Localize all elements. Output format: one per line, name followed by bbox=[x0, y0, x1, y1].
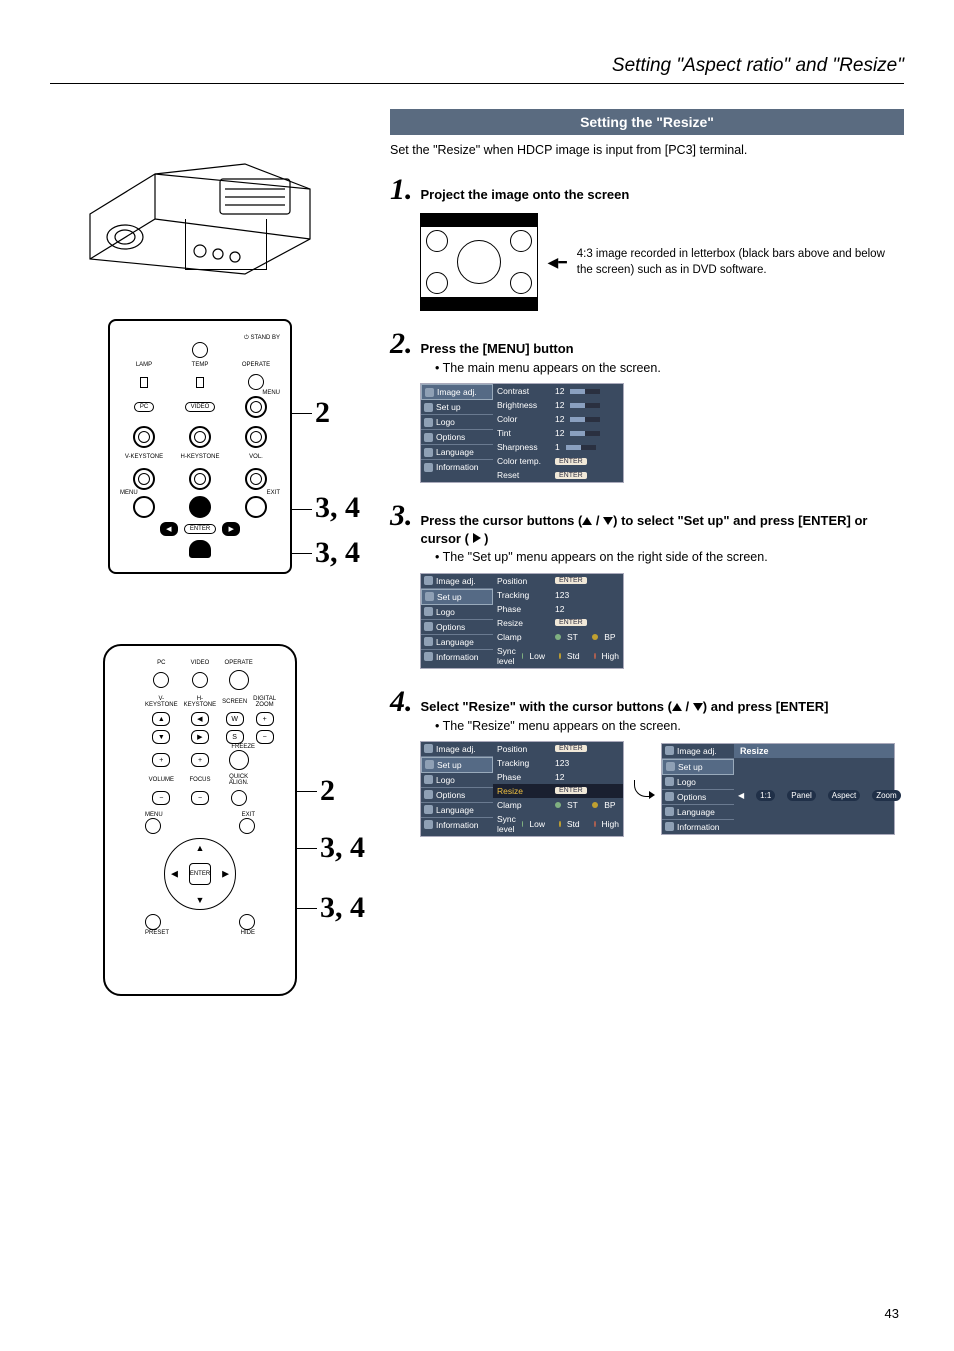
remote-vol-dn[interactable]: − bbox=[152, 791, 170, 805]
exit-button[interactable] bbox=[245, 496, 267, 518]
step-4-bullet: • The "Resize" menu appears on the scree… bbox=[435, 719, 904, 733]
down-arrow-icon bbox=[603, 517, 613, 525]
pointer-arrow-icon: ◀━ bbox=[548, 254, 567, 271]
callout-2: 2 bbox=[315, 396, 330, 430]
step-3-bullet: • The "Set up" menu appears on the right… bbox=[435, 550, 904, 564]
panel-second-menu-button[interactable] bbox=[133, 468, 155, 490]
osd-setup-menu: Image adj. Set up Logo Options Language … bbox=[420, 573, 624, 669]
remote-callout-3-4b: 3, 4 bbox=[320, 891, 365, 925]
remote-hkey-dn[interactable]: ▶ bbox=[191, 730, 209, 744]
cursor-right-button[interactable]: ▶ bbox=[222, 522, 240, 536]
osd-main-menu: Image adj. Set up Logo Options Language … bbox=[420, 383, 624, 483]
lamp-led bbox=[140, 377, 148, 388]
operate-button[interactable] bbox=[248, 374, 264, 390]
letterbox-caption: 4:3 image recorded in letterbox (black b… bbox=[577, 246, 904, 278]
cursor-up-button[interactable] bbox=[189, 496, 211, 518]
menu-button[interactable] bbox=[245, 396, 267, 418]
remote-exit-button[interactable] bbox=[239, 818, 255, 834]
remote-zoom-in[interactable]: + bbox=[256, 712, 274, 726]
down-arrow-icon bbox=[693, 703, 703, 711]
step-1: 1. Project the image onto the screen bbox=[390, 175, 904, 311]
remote-enter-button[interactable]: ENTER bbox=[189, 863, 211, 885]
step-title-4: Select "Resize" with the cursor buttons … bbox=[421, 698, 829, 716]
remote-callout-2: 2 bbox=[320, 774, 335, 808]
remote-vkey-dn[interactable]: ▼ bbox=[152, 730, 170, 744]
page-header: Setting "Aspect ratio" and "Resize" bbox=[50, 55, 904, 84]
remote-pc-button[interactable] bbox=[153, 672, 169, 688]
step-3: 3. Press the cursor buttons ( / ) to sel… bbox=[390, 501, 904, 669]
video-button[interactable]: VIDEO bbox=[185, 402, 216, 412]
step-4: 4. Select "Resize" with the cursor butto… bbox=[390, 687, 904, 837]
callout-3-4a: 3, 4 bbox=[315, 491, 360, 525]
step-2-bullet: • The main menu appears on the screen. bbox=[435, 361, 904, 375]
remote-quickalign-button[interactable] bbox=[231, 790, 247, 806]
callout-3-4b: 3, 4 bbox=[315, 536, 360, 570]
vol-button[interactable] bbox=[245, 426, 267, 448]
standby-button[interactable] bbox=[192, 342, 208, 358]
remote-operate-button[interactable] bbox=[229, 670, 249, 690]
remote-screen-w[interactable]: W bbox=[226, 712, 244, 726]
enter-button[interactable]: ENTER bbox=[184, 524, 216, 534]
step-title-2: Press the [MENU] button bbox=[421, 340, 574, 358]
vkeystone-button[interactable] bbox=[133, 426, 155, 448]
up-arrow-icon bbox=[672, 703, 682, 711]
letterbox-diagram bbox=[420, 213, 538, 311]
hardware-illustrations: ⏻ STAND BY LAMP TEMP OPERATE MENU PC VID… bbox=[50, 109, 350, 996]
remote-vol-up[interactable]: + bbox=[152, 753, 170, 767]
remote-screen-s[interactable]: S bbox=[226, 730, 244, 744]
right-arrow-icon bbox=[473, 533, 481, 543]
step-number-2: 2. bbox=[390, 329, 413, 359]
step-number-1: 1. bbox=[390, 175, 413, 205]
step-number-4: 4. bbox=[390, 687, 413, 717]
cursor-down-button[interactable] bbox=[189, 540, 211, 558]
panel-second-hkey-button[interactable] bbox=[189, 468, 211, 490]
step-2: 2. Press the [MENU] button • The main me… bbox=[390, 329, 904, 483]
up-arrow-icon bbox=[582, 517, 592, 525]
transition-arrow-icon bbox=[634, 780, 651, 797]
step-title-1: Project the image onto the screen bbox=[421, 186, 630, 204]
remote-hide-button[interactable] bbox=[239, 914, 255, 930]
projector-control-panel: ⏻ STAND BY LAMP TEMP OPERATE MENU PC VID… bbox=[108, 319, 292, 574]
temp-led bbox=[196, 377, 204, 388]
section-title-bar: Setting the "Resize" bbox=[390, 109, 904, 135]
osd-resize-menu: Image adj. Set up Logo Options Language … bbox=[661, 743, 895, 835]
remote-zoom-out[interactable]: − bbox=[256, 730, 274, 744]
pc-button[interactable]: PC bbox=[134, 402, 154, 412]
remote-dpad[interactable]: ▲▼ ◀▶ ENTER bbox=[164, 838, 236, 910]
remote-callout-3-4a: 3, 4 bbox=[320, 831, 365, 865]
remote-preset-button[interactable] bbox=[145, 914, 161, 930]
cursor-left-button[interactable]: ◀ bbox=[160, 522, 178, 536]
osd-setup-resize-sel: Image adj. Set up Logo Options Language … bbox=[420, 741, 624, 837]
remote-focus-dn[interactable]: − bbox=[191, 791, 209, 805]
remote-focus-up[interactable]: + bbox=[191, 753, 209, 767]
intro-text: Set the "Resize" when HDCP image is inpu… bbox=[390, 143, 904, 157]
step-title-3: Press the cursor buttons ( / ) to select… bbox=[421, 512, 905, 548]
hkeystone-button[interactable] bbox=[189, 426, 211, 448]
panel-second-vol-button[interactable] bbox=[245, 468, 267, 490]
remote-menu-button[interactable] bbox=[145, 818, 161, 834]
panel-menu-button-2[interactable] bbox=[133, 496, 155, 518]
remote-hkey-up[interactable]: ◀ bbox=[191, 712, 209, 726]
step-number-3: 3. bbox=[390, 501, 413, 531]
page-number: 43 bbox=[885, 1306, 899, 1321]
remote-vkey-up[interactable]: ▲ bbox=[152, 712, 170, 726]
projector-drawing bbox=[70, 119, 330, 289]
remote-control: PC VIDEO OPERATE V-KEYSTONE H-KEYSTONE S… bbox=[103, 644, 297, 996]
remote-freeze-button[interactable] bbox=[229, 750, 249, 770]
remote-video-button[interactable] bbox=[192, 672, 208, 688]
